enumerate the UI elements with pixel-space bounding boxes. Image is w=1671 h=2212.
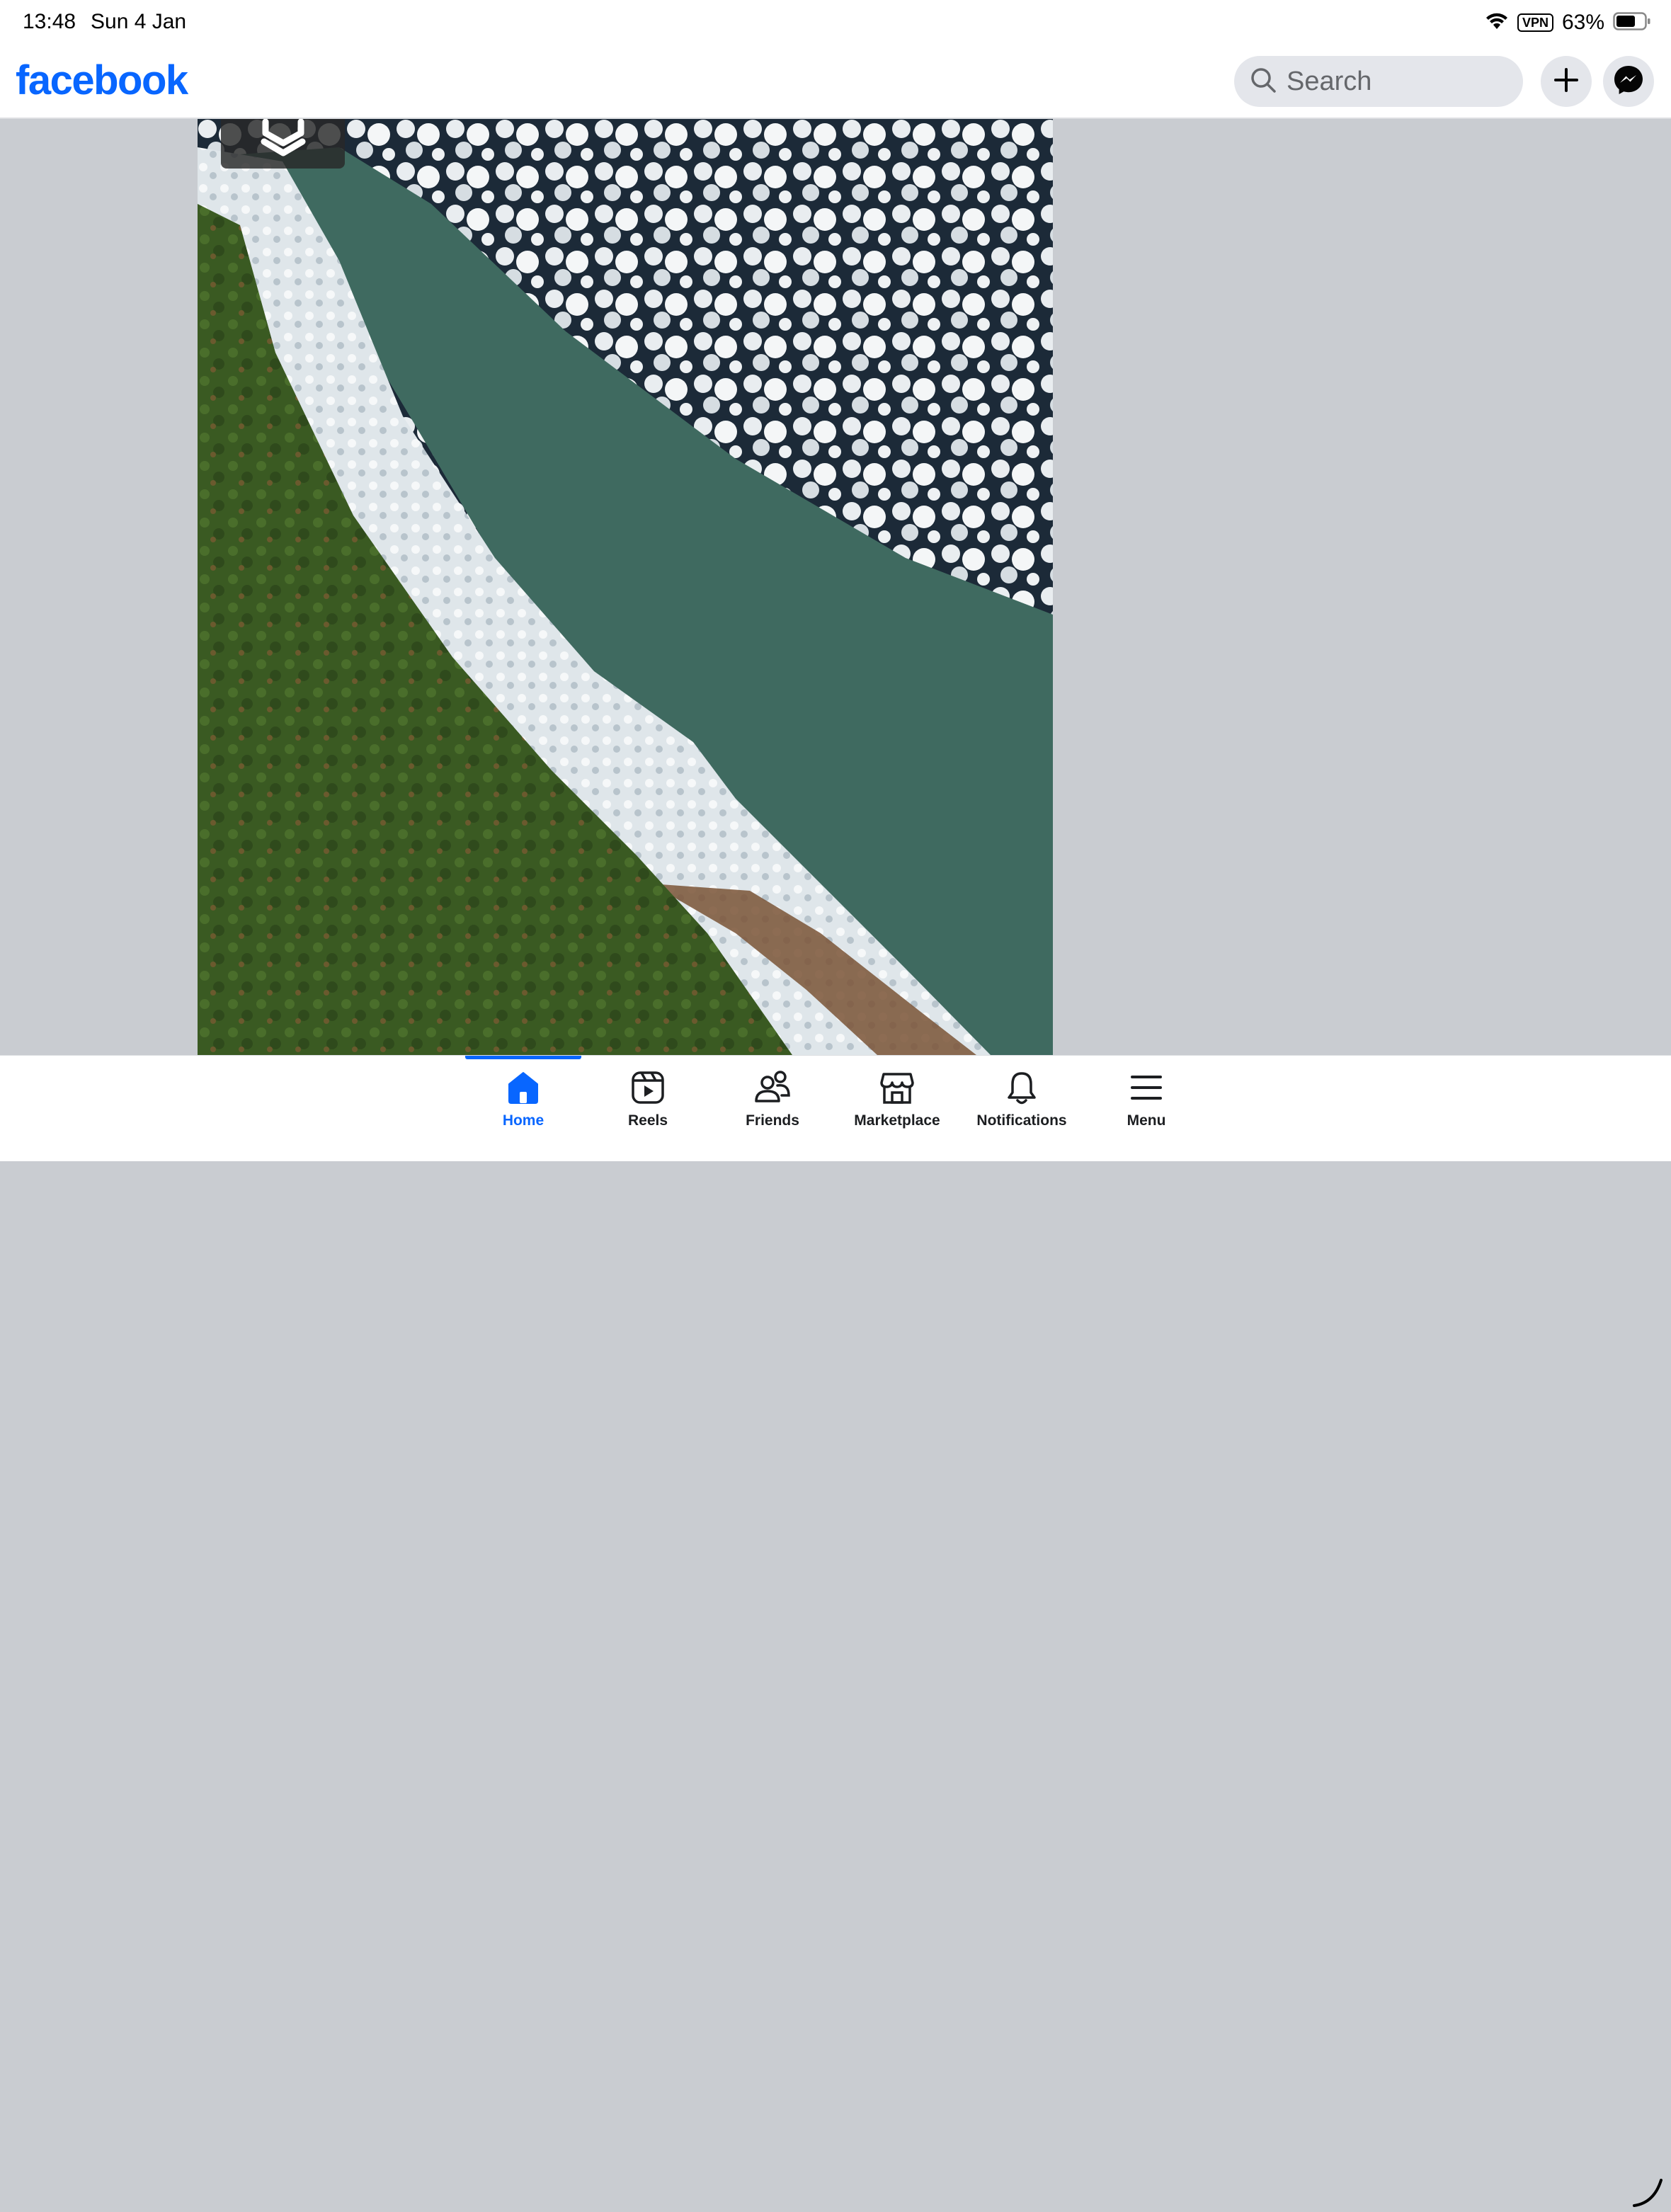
search-icon: [1250, 67, 1277, 97]
home-icon: [504, 1068, 542, 1107]
menu-icon: [1127, 1068, 1165, 1107]
tab-reels-label: Reels: [627, 1112, 668, 1129]
status-indicators: VPN 63%: [1485, 10, 1651, 35]
facebook-logo[interactable]: facebook: [16, 57, 188, 104]
vpn-badge: VPN: [1517, 13, 1553, 32]
status-date: Sun 4 Jan: [91, 10, 187, 33]
tab-friends-label: Friends: [746, 1112, 799, 1129]
messenger-icon: [1612, 64, 1645, 100]
tab-reels[interactable]: Reels: [586, 1068, 710, 1146]
photo-watermark-badge: [221, 119, 345, 169]
satellite-coastline-photo[interactable]: [198, 119, 1053, 1055]
search-input[interactable]: [1287, 66, 1513, 97]
tab-notifications-label: Notifications: [976, 1112, 1067, 1129]
status-bar: 13:48 Sun 4 Jan VPN 63%: [0, 0, 1671, 45]
tab-notifications[interactable]: Notifications: [959, 1068, 1084, 1146]
tab-friends[interactable]: Friends: [710, 1068, 835, 1146]
friends-icon: [753, 1068, 792, 1107]
search-bar[interactable]: [1234, 56, 1523, 107]
reels-icon: [629, 1068, 667, 1107]
plus-icon: [1553, 67, 1579, 96]
wifi-icon: [1485, 12, 1509, 34]
battery-percentage: 63%: [1561, 11, 1604, 34]
bell-icon: [1003, 1068, 1041, 1107]
tab-marketplace-label: Marketplace: [854, 1112, 940, 1129]
battery-icon: [1613, 11, 1651, 34]
tab-menu-label: Menu: [1127, 1112, 1166, 1129]
active-tab-indicator: [465, 1056, 581, 1059]
create-button[interactable]: [1541, 56, 1592, 107]
marketplace-icon: [878, 1068, 916, 1107]
bottom-navigation: Home Reels Friends Marketplace Notificat…: [0, 1055, 1671, 2207]
messenger-button[interactable]: [1603, 56, 1654, 107]
app-header: facebook: [0, 45, 1671, 119]
tab-marketplace[interactable]: Marketplace: [835, 1068, 959, 1146]
tab-home-label: Home: [502, 1112, 544, 1129]
feed[interactable]: [0, 119, 1671, 1055]
tab-menu[interactable]: Menu: [1084, 1068, 1209, 1146]
home-indicator: [1633, 2177, 1664, 2212]
status-time: 13:48: [23, 10, 76, 33]
tab-home[interactable]: Home: [461, 1068, 586, 1146]
